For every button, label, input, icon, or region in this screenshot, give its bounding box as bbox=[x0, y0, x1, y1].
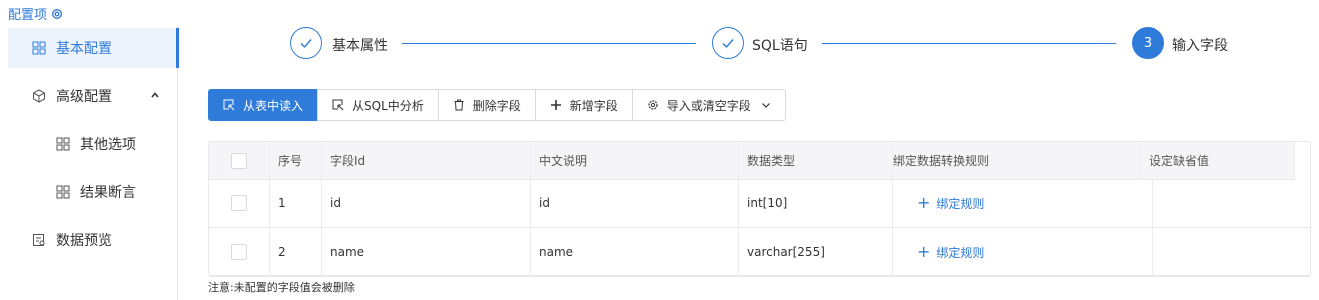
row-checkbox[interactable] bbox=[231, 195, 247, 211]
row-data-type[interactable]: int[10] bbox=[739, 179, 893, 227]
row-description[interactable]: id bbox=[531, 179, 739, 227]
config-title: 配置项 bbox=[8, 4, 63, 23]
column-header: 序号 bbox=[270, 142, 322, 179]
row-default-value[interactable] bbox=[1153, 228, 1310, 276]
step-2-circle bbox=[712, 27, 744, 59]
row-index: 1 bbox=[270, 179, 322, 227]
column-header: 中文说明 bbox=[531, 142, 739, 179]
plus-icon: + bbox=[917, 242, 931, 261]
select-all-checkbox[interactable] bbox=[231, 152, 247, 169]
plus-icon: + bbox=[917, 193, 931, 212]
sidebar-item-result-assertion[interactable]: 结果断言 bbox=[8, 172, 178, 212]
add-field-button[interactable]: 新增字段 bbox=[534, 89, 633, 121]
row-rule-cell: + 绑定规则 bbox=[893, 179, 1153, 227]
sidebar-item-label: 数据预览 bbox=[56, 233, 112, 249]
preview-icon bbox=[32, 233, 46, 247]
step-3-label: 输入字段 bbox=[1172, 38, 1228, 54]
grid-icon bbox=[32, 41, 46, 55]
step-3-number: 3 bbox=[1143, 35, 1153, 51]
gear-icon bbox=[647, 99, 659, 111]
bind-rule-link[interactable]: + 绑定规则 bbox=[917, 195, 984, 212]
settings-icon bbox=[52, 8, 62, 19]
select-all-cell bbox=[209, 142, 270, 179]
sidebar-item-advanced-config[interactable]: 高级配置 bbox=[8, 76, 178, 116]
step-3-circle: 3 bbox=[1132, 27, 1164, 59]
read-from-table-button[interactable]: 从表中读入 bbox=[208, 89, 319, 121]
chevron-up-icon[interactable] bbox=[150, 90, 160, 100]
row-rule-cell: + 绑定规则 bbox=[893, 228, 1153, 276]
chevron-down-icon bbox=[761, 100, 771, 110]
read-from-table-label: 从表中读入 bbox=[243, 98, 304, 113]
row-checkbox[interactable] bbox=[231, 244, 247, 260]
field-toolbar: 从表中读入 从SQL中分析 删除字段 新增字段 导入或清空字段 bbox=[208, 89, 786, 121]
trash-icon bbox=[453, 99, 465, 111]
stepper: 基本属性 SQL语句 3 输入字段 bbox=[290, 27, 1300, 61]
row-field-id[interactable]: id bbox=[322, 179, 531, 227]
sidebar-item-label: 其他选项 bbox=[80, 137, 136, 153]
notice-text: 注意:未配置的字段值会被删除 bbox=[208, 281, 355, 294]
row-description[interactable]: name bbox=[531, 228, 739, 276]
sidebar-item-other-options[interactable]: 其他选项 bbox=[8, 124, 178, 164]
table-header: 序号 字段Id 中文说明 数据类型 绑定数据转换规则 设定缺省值 bbox=[209, 142, 1295, 180]
bind-rule-label: 绑定规则 bbox=[936, 245, 985, 260]
check-icon bbox=[300, 39, 312, 49]
row-default-value[interactable] bbox=[1153, 179, 1310, 227]
column-header: 字段Id bbox=[322, 142, 531, 179]
column-header: 设定缺省值 bbox=[1141, 142, 1295, 179]
step-1-circle bbox=[290, 27, 322, 59]
plus-icon bbox=[550, 99, 562, 111]
row-data-type[interactable]: varchar[255] bbox=[739, 228, 893, 276]
import-clear-dropdown[interactable]: 导入或清空字段 bbox=[631, 89, 786, 121]
check-icon bbox=[722, 39, 734, 49]
config-title-label: 配置项 bbox=[8, 8, 48, 23]
column-header: 绑定数据转换规则 bbox=[893, 142, 1141, 179]
row-select-cell bbox=[209, 179, 270, 227]
step-2-label: SQL语句 bbox=[752, 38, 808, 54]
select-icon bbox=[332, 99, 344, 111]
sidebar-item-data-preview[interactable]: 数据预览 bbox=[8, 220, 178, 260]
step-1-label: 基本属性 bbox=[332, 38, 388, 54]
delete-field-label: 删除字段 bbox=[472, 98, 521, 113]
select-icon bbox=[223, 99, 235, 111]
analyze-sql-label: 从SQL中分析 bbox=[352, 98, 424, 113]
grid-icon bbox=[56, 185, 70, 199]
sidebar-item-label: 结果断言 bbox=[80, 185, 136, 201]
fields-table: 序号 字段Id 中文说明 数据类型 绑定数据转换规则 设定缺省值 1 id id… bbox=[208, 141, 1311, 277]
sidebar-item-label: 高级配置 bbox=[56, 89, 112, 105]
column-header: 数据类型 bbox=[739, 142, 893, 179]
sidebar: 基本配置 高级配置 其他选项 结果断言 数据预览 bbox=[0, 26, 179, 300]
cube-icon bbox=[32, 89, 46, 103]
sidebar-item-label: 基本配置 bbox=[56, 41, 112, 57]
row-index: 2 bbox=[270, 228, 322, 276]
analyze-sql-button[interactable]: 从SQL中分析 bbox=[317, 89, 439, 121]
add-field-label: 新增字段 bbox=[569, 98, 618, 113]
table-row: 1 id id int[10] + 绑定规则 bbox=[209, 179, 1310, 228]
row-select-cell bbox=[209, 228, 270, 276]
table-row: 2 name name varchar[255] + 绑定规则 bbox=[209, 228, 1310, 277]
row-field-id[interactable]: name bbox=[322, 228, 531, 276]
sidebar-item-basic-config[interactable]: 基本配置 bbox=[8, 28, 179, 68]
delete-field-button[interactable]: 删除字段 bbox=[437, 89, 536, 121]
bind-rule-label: 绑定规则 bbox=[936, 196, 985, 211]
grid-icon bbox=[56, 137, 70, 151]
import-clear-label: 导入或清空字段 bbox=[666, 98, 751, 113]
step-connector bbox=[822, 43, 1116, 44]
step-connector bbox=[402, 43, 696, 44]
bind-rule-link[interactable]: + 绑定规则 bbox=[917, 244, 984, 261]
